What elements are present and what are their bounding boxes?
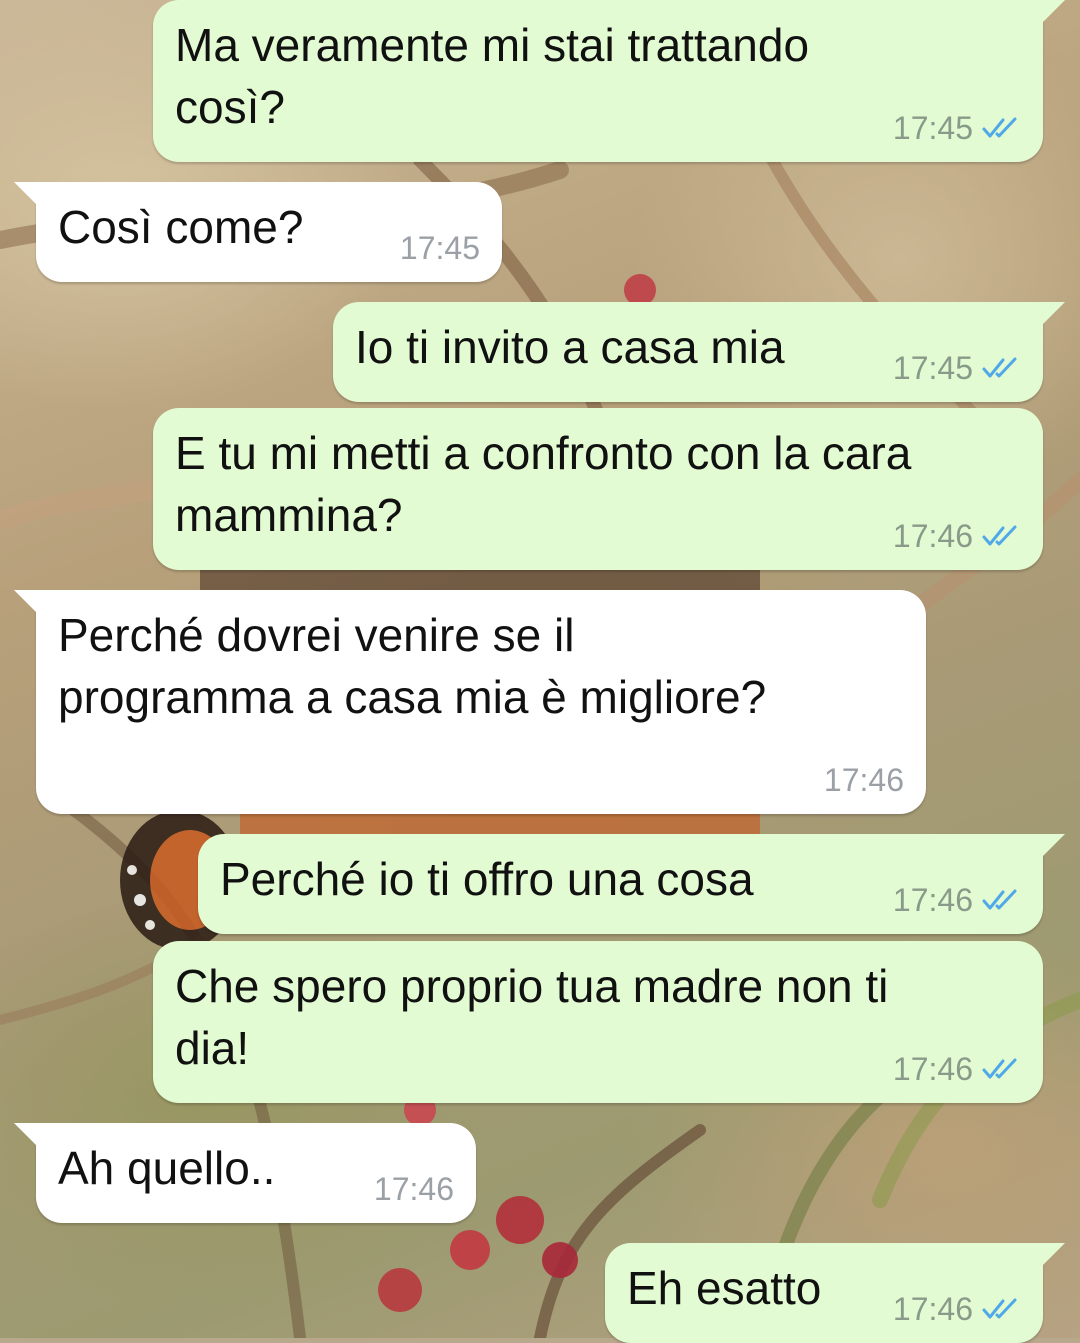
message-line: E tu mi metti a confronto con la cara — [175, 427, 912, 479]
double-check-icon — [982, 357, 1017, 378]
message-line: Eh esatto — [627, 1262, 822, 1314]
outgoing-message[interactable]: Eh esatto 17:46 — [605, 1243, 1065, 1343]
message-meta: 17:46 — [893, 880, 1021, 920]
message-text: Perché dovrei venire se il programma a c… — [58, 604, 766, 728]
message-meta: 17:46 — [893, 516, 1021, 556]
message-line: Ah quello.. — [58, 1142, 276, 1194]
outgoing-message[interactable]: Ma veramente mi stai trattando così? 17:… — [153, 0, 1065, 162]
message-time: 17:46 — [373, 1171, 454, 1207]
message-time: 17:46 — [892, 882, 973, 918]
message-line: Io ti invito a casa mia — [355, 321, 785, 373]
double-check-icon — [982, 889, 1017, 910]
message-meta: 17:45 — [893, 348, 1021, 388]
incoming-message[interactable]: Perché dovrei venire se il programma a c… — [14, 590, 926, 814]
incoming-message[interactable]: Ah quello.. 17:46 — [14, 1123, 476, 1223]
message-line: Così come? — [58, 201, 304, 253]
double-check-icon — [982, 117, 1017, 138]
message-line: Che spero proprio tua madre non ti — [175, 960, 889, 1012]
message-text: Eh esatto — [627, 1257, 821, 1319]
outgoing-message[interactable]: Io ti invito a casa mia 17:45 — [333, 302, 1065, 402]
message-line: così? — [175, 81, 285, 133]
message-text: Ah quello.. — [58, 1137, 275, 1199]
outgoing-message[interactable]: Perché io ti offro una cosa 17:46 — [198, 834, 1065, 934]
outgoing-message[interactable]: Che spero proprio tua madre non ti dia! … — [153, 941, 1043, 1103]
message-time: 17:45 — [399, 230, 480, 266]
message-time: 17:45 — [892, 350, 973, 386]
message-text: Che spero proprio tua madre non ti dia! — [175, 955, 888, 1079]
message-meta: 17:46 — [824, 760, 904, 800]
message-meta: 17:46 — [893, 1049, 1021, 1089]
chat-message-list[interactable]: Ma veramente mi stai trattando così? 17:… — [0, 0, 1080, 1343]
double-check-icon — [982, 1058, 1017, 1079]
double-check-icon — [982, 525, 1017, 546]
message-text: Ma veramente mi stai trattando così? — [175, 14, 809, 138]
message-line: programma a casa mia è migliore? — [58, 671, 767, 723]
message-line: Perché dovrei venire se il — [58, 609, 575, 661]
message-line: dia! — [175, 1022, 250, 1074]
message-meta: 17:46 — [893, 1289, 1021, 1329]
message-line: Perché io ti offro una cosa — [220, 853, 754, 905]
message-line: mammina? — [175, 489, 403, 541]
message-text: Io ti invito a casa mia — [355, 316, 785, 378]
incoming-message[interactable]: Così come? 17:45 — [14, 182, 502, 282]
message-line: Ma veramente mi stai trattando — [175, 19, 810, 71]
double-check-icon — [982, 1298, 1017, 1319]
outgoing-message[interactable]: E tu mi metti a confronto con la cara ma… — [153, 408, 1043, 570]
message-text: Così come? — [58, 196, 303, 258]
message-text: Perché io ti offro una cosa — [220, 848, 754, 910]
message-time: 17:46 — [892, 1051, 973, 1087]
message-meta: 17:45 — [893, 108, 1021, 148]
message-text: E tu mi metti a confronto con la cara ma… — [175, 422, 911, 546]
message-time: 17:45 — [892, 110, 973, 146]
message-meta: 17:46 — [374, 1169, 454, 1209]
message-meta: 17:45 — [400, 228, 480, 268]
message-time: 17:46 — [892, 518, 973, 554]
message-time: 17:46 — [823, 762, 904, 798]
message-time: 17:46 — [892, 1291, 973, 1327]
